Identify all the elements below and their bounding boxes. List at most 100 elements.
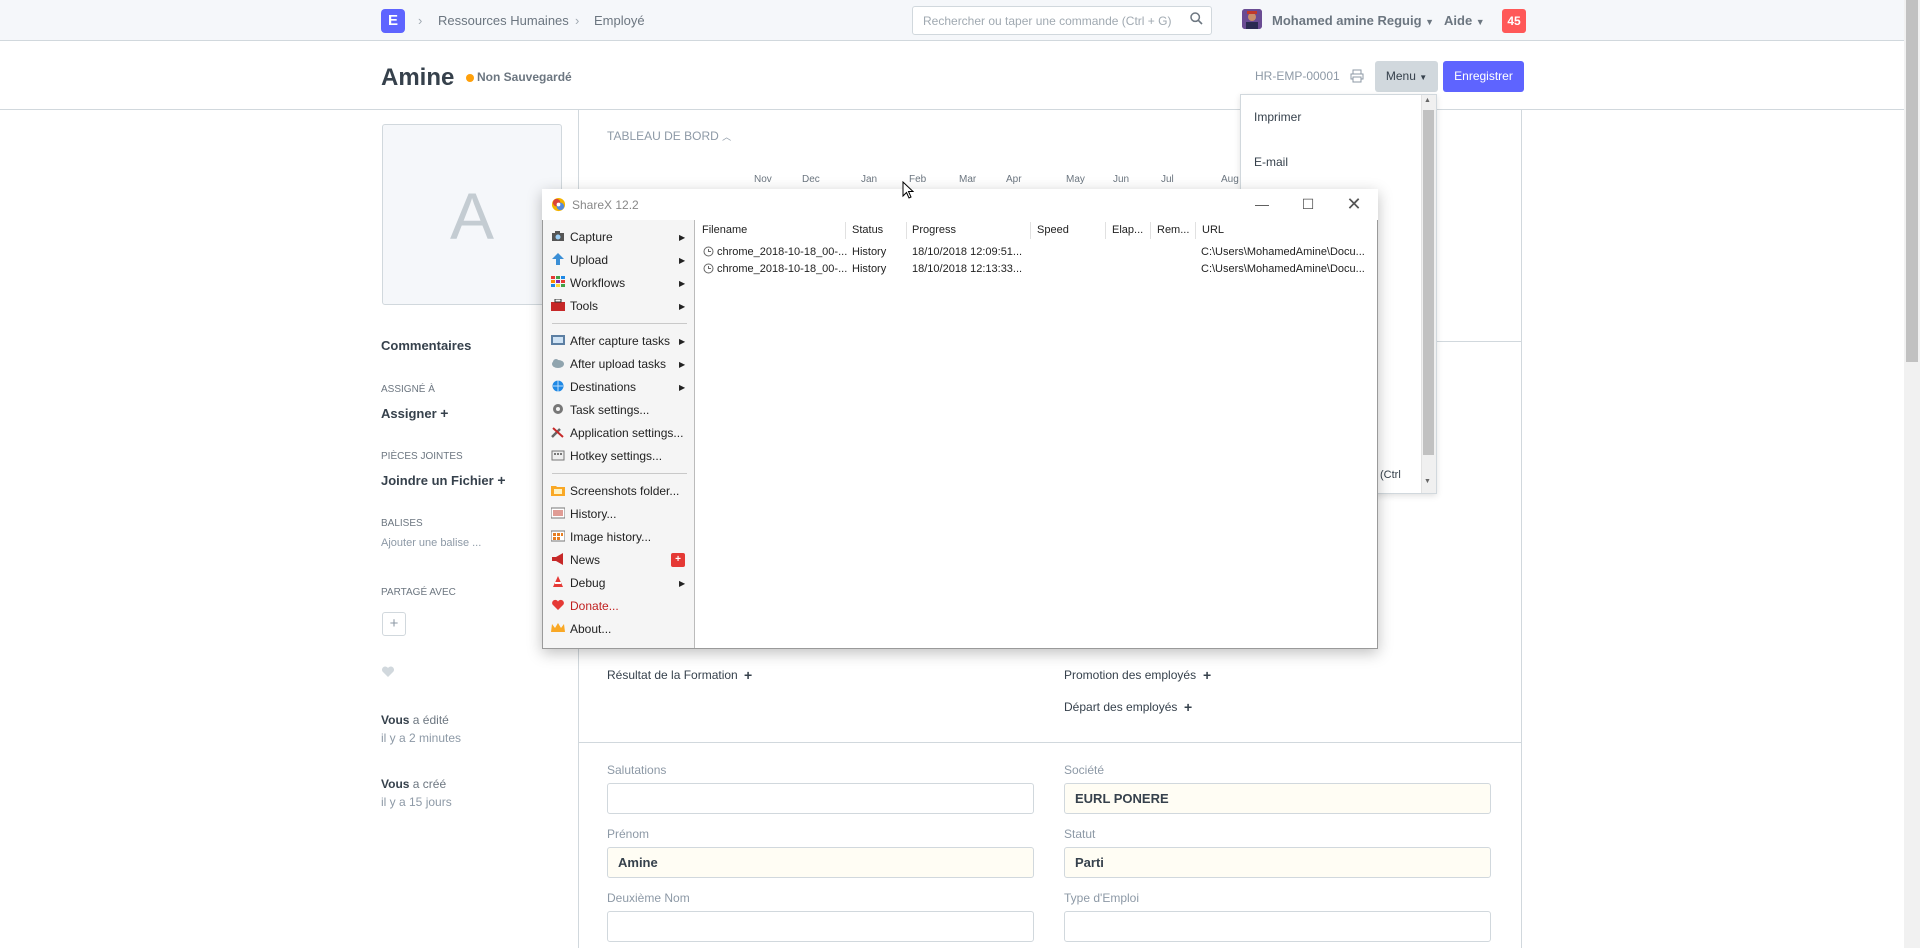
sharex-menu-task-settings[interactable]: Task settings...: [570, 403, 649, 417]
user-menu[interactable]: Mohamed amine Reguig ▼: [1272, 13, 1434, 28]
add-training-result-button[interactable]: +: [744, 667, 752, 683]
share-add-button[interactable]: +: [382, 612, 406, 636]
task-status[interactable]: History: [852, 246, 886, 258]
menu-item-email[interactable]: E-mail: [1254, 155, 1288, 169]
column-header-status[interactable]: Status: [852, 224, 883, 236]
sharex-menu-about[interactable]: About...: [570, 622, 611, 636]
save-button[interactable]: Enregistrer: [1443, 61, 1524, 92]
add-separation-button[interactable]: +: [1184, 699, 1192, 715]
dropdown-scroll-thumb[interactable]: [1423, 110, 1434, 455]
attach-file-link[interactable]: Joindre un Fichier +: [381, 472, 506, 488]
column-header-url[interactable]: URL: [1202, 224, 1224, 236]
add-tag-input[interactable]: Ajouter une balise ...: [381, 537, 481, 549]
assign-link[interactable]: Assigner +: [381, 405, 448, 421]
page-scroll-thumb[interactable]: [1906, 0, 1918, 362]
sharex-menu-tools[interactable]: Tools: [570, 299, 598, 313]
salutation-field[interactable]: [607, 783, 1034, 814]
activity-item: Vous a créé: [381, 777, 446, 791]
column-separator[interactable]: [845, 222, 846, 239]
user-avatar[interactable]: [1242, 9, 1262, 29]
assign-label: Assigner: [381, 406, 437, 421]
menu-button[interactable]: Menu ▼: [1375, 61, 1438, 92]
company-field[interactable]: EURL PONERE: [1064, 783, 1491, 814]
sharex-menu-screenshots-folder[interactable]: Screenshots folder...: [570, 484, 679, 498]
sharex-menu-history[interactable]: History...: [570, 507, 616, 521]
status-field[interactable]: Parti: [1064, 847, 1491, 878]
employee-promotion-link[interactable]: Promotion des employés: [1064, 668, 1196, 682]
column-header-speed[interactable]: Speed: [1037, 224, 1069, 236]
chevron-up-icon: ︿: [722, 132, 732, 142]
after-capture-icon: [551, 335, 565, 345]
add-promotion-button[interactable]: +: [1203, 667, 1211, 683]
search-icon[interactable]: [1190, 12, 1203, 25]
minimize-icon[interactable]: —: [1248, 194, 1276, 214]
task-url[interactable]: C:\Users\MohamedAmine\Docu...: [1201, 246, 1365, 258]
sharex-menu-workflows[interactable]: Workflows: [570, 276, 625, 290]
task-url[interactable]: C:\Users\MohamedAmine\Docu...: [1201, 263, 1365, 275]
field-label: Statut: [1064, 827, 1096, 841]
comments-link[interactable]: Commentaires: [381, 338, 471, 353]
activity-user[interactable]: Vous: [381, 777, 409, 791]
field-label: Deuxième Nom: [607, 891, 690, 905]
sharex-menu-news[interactable]: News: [570, 553, 600, 567]
submenu-arrow-icon: ▶: [679, 383, 686, 392]
caret-down-icon: ▼: [1475, 17, 1485, 27]
search-input[interactable]: Rechercher ou taper une commande (Ctrl +…: [912, 6, 1212, 35]
employment-type-field[interactable]: [1064, 911, 1491, 942]
history-icon: [551, 507, 565, 519]
task-progress[interactable]: 18/10/2018 12:09:51...: [912, 246, 1022, 258]
megaphone-icon: [552, 553, 563, 565]
close-icon[interactable]: ✕: [1340, 194, 1368, 214]
sharex-menu-debug[interactable]: Debug: [570, 576, 605, 590]
heatmap-month-label: Jul: [1161, 174, 1174, 185]
maximize-icon[interactable]: ☐: [1294, 194, 1322, 214]
column-header-filename[interactable]: Filename: [702, 224, 747, 236]
help-menu[interactable]: Aide ▼: [1444, 13, 1485, 28]
column-header-elapsed[interactable]: Elap...: [1112, 224, 1143, 236]
breadcrumb-employee[interactable]: Employé: [594, 13, 645, 28]
sharex-menu-after-upload[interactable]: After upload tasks: [570, 357, 666, 371]
scroll-down-arrow-icon[interactable]: ▼: [1424, 478, 1431, 485]
sharex-menu-application-settings[interactable]: Application settings...: [570, 426, 683, 440]
column-header-remaining[interactable]: Rem...: [1157, 224, 1189, 236]
sharex-menu-image-history[interactable]: Image history...: [570, 530, 651, 544]
menu-item-print[interactable]: Imprimer: [1254, 110, 1301, 124]
column-separator[interactable]: [1150, 222, 1151, 239]
activity-user[interactable]: Vous: [381, 713, 409, 727]
like-heart-icon[interactable]: [381, 665, 395, 679]
upload-arrow-icon: [552, 253, 564, 265]
column-separator[interactable]: [1105, 222, 1106, 239]
tags-heading: BALISES: [381, 518, 423, 529]
heatmap-month-label: May: [1066, 174, 1085, 185]
first-name-field[interactable]: Amine: [607, 847, 1034, 878]
activity-time: il y a 2 minutes: [381, 731, 462, 745]
column-separator[interactable]: [906, 222, 907, 239]
column-separator[interactable]: [1030, 222, 1031, 239]
column-separator[interactable]: [1195, 222, 1196, 239]
employee-separation-link[interactable]: Départ des employés: [1064, 700, 1177, 714]
task-status[interactable]: History: [852, 263, 886, 275]
task-filename[interactable]: chrome_2018-10-18_00-...: [717, 263, 847, 275]
app-logo[interactable]: E: [381, 9, 405, 33]
scroll-up-arrow-icon[interactable]: ▲: [1424, 97, 1431, 104]
training-result-link[interactable]: Résultat de la Formation: [607, 668, 738, 682]
middle-name-field[interactable]: [607, 911, 1034, 942]
dashboard-heading[interactable]: TABLEAU DE BORD ︿: [607, 129, 731, 143]
notification-badge[interactable]: 45: [1502, 9, 1526, 33]
task-progress[interactable]: 18/10/2018 12:13:33...: [912, 263, 1022, 275]
attach-label: Joindre un Fichier: [381, 473, 494, 488]
status-indicator: Non Sauvegardé: [477, 70, 572, 84]
column-header-progress[interactable]: Progress: [912, 224, 956, 236]
plus-icon: +: [440, 405, 449, 421]
printer-icon[interactable]: [1350, 69, 1364, 83]
cone-icon: [553, 576, 563, 587]
breadcrumb-hr[interactable]: Ressources Humaines: [438, 13, 569, 28]
sharex-menu-donate[interactable]: Donate...: [570, 599, 619, 613]
sharex-menu-upload[interactable]: Upload: [570, 253, 608, 267]
task-filename[interactable]: chrome_2018-10-18_00-...: [717, 246, 847, 258]
sharex-menu-hotkey-settings[interactable]: Hotkey settings...: [570, 449, 662, 463]
sharex-menu-capture[interactable]: Capture: [570, 230, 613, 244]
submenu-arrow-icon: ▶: [679, 233, 686, 242]
sharex-menu-after-capture[interactable]: After capture tasks: [570, 334, 670, 348]
sharex-menu-destinations[interactable]: Destinations: [570, 380, 636, 394]
